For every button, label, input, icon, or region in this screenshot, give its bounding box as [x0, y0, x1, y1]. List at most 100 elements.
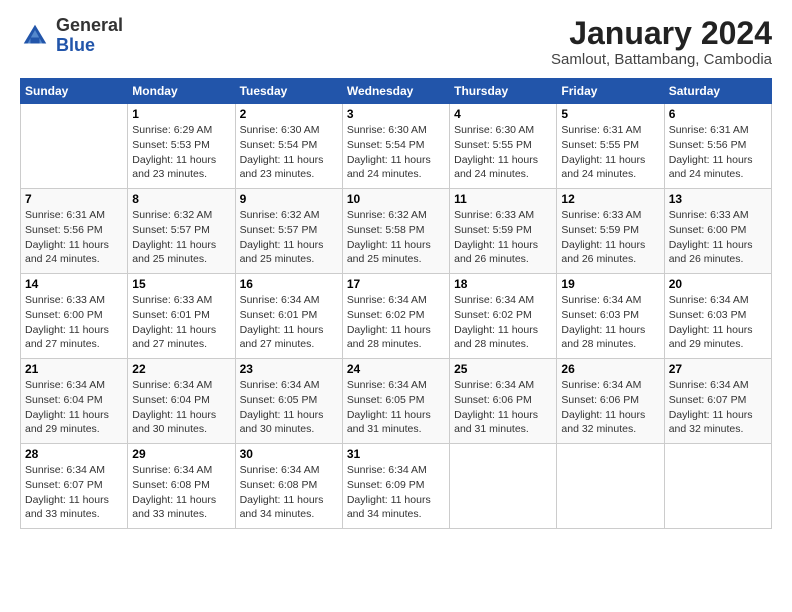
day-number: 4: [454, 107, 552, 121]
day-info: Sunrise: 6:34 AM Sunset: 6:04 PM Dayligh…: [25, 378, 123, 437]
logo-text: General Blue: [56, 16, 123, 56]
logo-general: General: [56, 15, 123, 35]
day-info: Sunrise: 6:34 AM Sunset: 6:01 PM Dayligh…: [240, 293, 338, 352]
weekday-header-cell: Saturday: [664, 79, 771, 104]
day-info: Sunrise: 6:33 AM Sunset: 6:01 PM Dayligh…: [132, 293, 230, 352]
day-number: 6: [669, 107, 767, 121]
calendar-day-cell: 2 Sunrise: 6:30 AM Sunset: 5:54 PM Daylig…: [235, 104, 342, 189]
calendar-day-cell: 29 Sunrise: 6:34 AM Sunset: 6:08 PM Dayli…: [128, 444, 235, 529]
day-info: Sunrise: 6:34 AM Sunset: 6:05 PM Dayligh…: [240, 378, 338, 437]
day-number: 16: [240, 277, 338, 291]
calendar-week-row: 7 Sunrise: 6:31 AM Sunset: 5:56 PM Daylig…: [21, 189, 772, 274]
calendar-day-cell: 22Sunrise: 6:34 AM Sunset: 6:04 PM Dayli…: [128, 359, 235, 444]
day-number: 14: [25, 277, 123, 291]
day-info: Sunrise: 6:29 AM Sunset: 5:53 PM Dayligh…: [132, 123, 230, 182]
calendar-day-cell: 17Sunrise: 6:34 AM Sunset: 6:02 PM Dayli…: [342, 274, 449, 359]
calendar-day-cell: 26Sunrise: 6:34 AM Sunset: 6:06 PM Dayli…: [557, 359, 664, 444]
day-info: Sunrise: 6:34 AM Sunset: 6:07 PM Dayligh…: [25, 463, 123, 522]
logo-icon: [20, 21, 50, 51]
calendar-day-cell: 15 Sunrise: 6:33 AM Sunset: 6:01 PM Dayli…: [128, 274, 235, 359]
day-info: Sunrise: 6:34 AM Sunset: 6:07 PM Dayligh…: [669, 378, 767, 437]
day-info: Sunrise: 6:34 AM Sunset: 6:02 PM Dayligh…: [347, 293, 445, 352]
location-subtitle: Samlout, Battambang, Cambodia: [551, 51, 772, 68]
calendar-day-cell: 8 Sunrise: 6:32 AM Sunset: 5:57 PM Daylig…: [128, 189, 235, 274]
calendar-day-cell: [450, 444, 557, 529]
calendar-day-cell: [664, 444, 771, 529]
calendar-day-cell: 12Sunrise: 6:33 AM Sunset: 5:59 PM Dayli…: [557, 189, 664, 274]
day-info: Sunrise: 6:34 AM Sunset: 6:06 PM Dayligh…: [454, 378, 552, 437]
day-info: Sunrise: 6:32 AM Sunset: 5:57 PM Dayligh…: [132, 208, 230, 267]
day-number: 1: [132, 107, 230, 121]
calendar-day-cell: 27 Sunrise: 6:34 AM Sunset: 6:07 PM Dayli…: [664, 359, 771, 444]
day-info: Sunrise: 6:30 AM Sunset: 5:54 PM Dayligh…: [347, 123, 445, 182]
day-number: 9: [240, 192, 338, 206]
day-number: 25: [454, 362, 552, 376]
calendar-table: SundayMondayTuesdayWednesdayThursdayFrid…: [20, 78, 772, 529]
calendar-day-cell: [21, 104, 128, 189]
calendar-day-cell: 20Sunrise: 6:34 AM Sunset: 6:03 PM Dayli…: [664, 274, 771, 359]
title-block: January 2024 Samlout, Battambang, Cambod…: [551, 16, 772, 68]
calendar-day-cell: 10Sunrise: 6:32 AM Sunset: 5:58 PM Dayli…: [342, 189, 449, 274]
calendar-day-cell: 7 Sunrise: 6:31 AM Sunset: 5:56 PM Daylig…: [21, 189, 128, 274]
logo: General Blue: [20, 16, 123, 56]
day-info: Sunrise: 6:34 AM Sunset: 6:06 PM Dayligh…: [561, 378, 659, 437]
day-info: Sunrise: 6:34 AM Sunset: 6:05 PM Dayligh…: [347, 378, 445, 437]
logo-blue: Blue: [56, 35, 95, 55]
day-info: Sunrise: 6:34 AM Sunset: 6:08 PM Dayligh…: [240, 463, 338, 522]
day-number: 21: [25, 362, 123, 376]
calendar-day-cell: 14 Sunrise: 6:33 AM Sunset: 6:00 PM Dayli…: [21, 274, 128, 359]
calendar-body: 1 Sunrise: 6:29 AM Sunset: 5:53 PM Daylig…: [21, 104, 772, 529]
calendar-day-cell: 3Sunrise: 6:30 AM Sunset: 5:54 PM Daylig…: [342, 104, 449, 189]
calendar-day-cell: 11 Sunrise: 6:33 AM Sunset: 5:59 PM Dayli…: [450, 189, 557, 274]
day-info: Sunrise: 6:32 AM Sunset: 5:57 PM Dayligh…: [240, 208, 338, 267]
day-info: Sunrise: 6:31 AM Sunset: 5:56 PM Dayligh…: [669, 123, 767, 182]
day-info: Sunrise: 6:33 AM Sunset: 5:59 PM Dayligh…: [454, 208, 552, 267]
calendar-week-row: 1 Sunrise: 6:29 AM Sunset: 5:53 PM Daylig…: [21, 104, 772, 189]
day-number: 29: [132, 447, 230, 461]
calendar-week-row: 21 Sunrise: 6:34 AM Sunset: 6:04 PM Dayli…: [21, 359, 772, 444]
weekday-header-cell: Monday: [128, 79, 235, 104]
calendar-day-cell: 25 Sunrise: 6:34 AM Sunset: 6:06 PM Dayli…: [450, 359, 557, 444]
day-info: Sunrise: 6:34 AM Sunset: 6:03 PM Dayligh…: [669, 293, 767, 352]
day-number: 30: [240, 447, 338, 461]
day-info: Sunrise: 6:32 AM Sunset: 5:58 PM Dayligh…: [347, 208, 445, 267]
calendar-day-cell: 5Sunrise: 6:31 AM Sunset: 5:55 PM Daylig…: [557, 104, 664, 189]
calendar-week-row: 14 Sunrise: 6:33 AM Sunset: 6:00 PM Dayli…: [21, 274, 772, 359]
day-number: 24: [347, 362, 445, 376]
day-number: 2: [240, 107, 338, 121]
calendar-day-cell: [557, 444, 664, 529]
weekday-header-cell: Friday: [557, 79, 664, 104]
calendar-day-cell: 4Sunrise: 6:30 AM Sunset: 5:55 PM Daylig…: [450, 104, 557, 189]
day-info: Sunrise: 6:34 AM Sunset: 6:09 PM Dayligh…: [347, 463, 445, 522]
day-info: Sunrise: 6:33 AM Sunset: 6:00 PM Dayligh…: [25, 293, 123, 352]
day-number: 11: [454, 192, 552, 206]
calendar-page: General Blue January 2024 Samlout, Batta…: [0, 0, 792, 612]
calendar-day-cell: 6 Sunrise: 6:31 AM Sunset: 5:56 PM Daylig…: [664, 104, 771, 189]
month-title: January 2024: [551, 16, 772, 51]
weekday-header-cell: Sunday: [21, 79, 128, 104]
calendar-day-cell: 23Sunrise: 6:34 AM Sunset: 6:05 PM Dayli…: [235, 359, 342, 444]
day-number: 31: [347, 447, 445, 461]
day-number: 27: [669, 362, 767, 376]
day-number: 18: [454, 277, 552, 291]
weekday-header-cell: Tuesday: [235, 79, 342, 104]
calendar-day-cell: 24 Sunrise: 6:34 AM Sunset: 6:05 PM Dayli…: [342, 359, 449, 444]
calendar-day-cell: 30 Sunrise: 6:34 AM Sunset: 6:08 PM Dayli…: [235, 444, 342, 529]
day-number: 15: [132, 277, 230, 291]
day-info: Sunrise: 6:34 AM Sunset: 6:08 PM Dayligh…: [132, 463, 230, 522]
day-info: Sunrise: 6:30 AM Sunset: 5:54 PM Dayligh…: [240, 123, 338, 182]
day-info: Sunrise: 6:34 AM Sunset: 6:03 PM Dayligh…: [561, 293, 659, 352]
day-number: 12: [561, 192, 659, 206]
day-number: 8: [132, 192, 230, 206]
weekday-header-cell: Thursday: [450, 79, 557, 104]
day-number: 7: [25, 192, 123, 206]
calendar-day-cell: 28Sunrise: 6:34 AM Sunset: 6:07 PM Dayli…: [21, 444, 128, 529]
calendar-day-cell: 9 Sunrise: 6:32 AM Sunset: 5:57 PM Daylig…: [235, 189, 342, 274]
weekday-header-row: SundayMondayTuesdayWednesdayThursdayFrid…: [21, 79, 772, 104]
calendar-day-cell: 1 Sunrise: 6:29 AM Sunset: 5:53 PM Daylig…: [128, 104, 235, 189]
calendar-day-cell: 13Sunrise: 6:33 AM Sunset: 6:00 PM Dayli…: [664, 189, 771, 274]
day-info: Sunrise: 6:31 AM Sunset: 5:56 PM Dayligh…: [25, 208, 123, 267]
calendar-day-cell: 21 Sunrise: 6:34 AM Sunset: 6:04 PM Dayli…: [21, 359, 128, 444]
calendar-week-row: 28Sunrise: 6:34 AM Sunset: 6:07 PM Dayli…: [21, 444, 772, 529]
page-header: General Blue January 2024 Samlout, Batta…: [20, 16, 772, 68]
